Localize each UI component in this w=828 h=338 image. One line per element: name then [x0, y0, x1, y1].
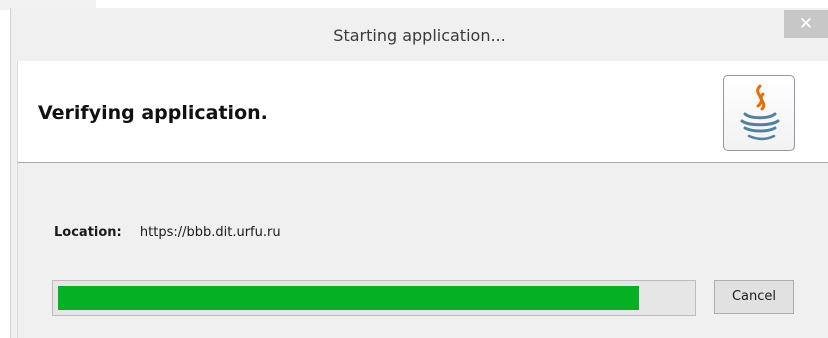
- dialog-window: Starting application... ✕ Verifying appl…: [10, 8, 828, 338]
- content-area: Location: https://bbb.dit.urfu.ru Cancel: [17, 163, 828, 338]
- close-button[interactable]: ✕: [784, 10, 828, 38]
- location-label: Location:: [54, 225, 122, 240]
- progress-bar: [52, 280, 696, 316]
- java-icon: [723, 75, 795, 151]
- header-panel: Verifying application.: [17, 61, 828, 163]
- location-value: https://bbb.dit.urfu.ru: [139, 225, 281, 240]
- header-title: Verifying application.: [38, 102, 268, 124]
- window-title: Starting application...: [333, 26, 506, 45]
- cancel-button[interactable]: Cancel: [714, 280, 794, 314]
- location-row: Location: https://bbb.dit.urfu.ru: [54, 225, 281, 240]
- title-bar[interactable]: Starting application... ✕: [11, 8, 828, 61]
- progress-fill: [58, 286, 639, 310]
- close-icon: ✕: [798, 14, 814, 34]
